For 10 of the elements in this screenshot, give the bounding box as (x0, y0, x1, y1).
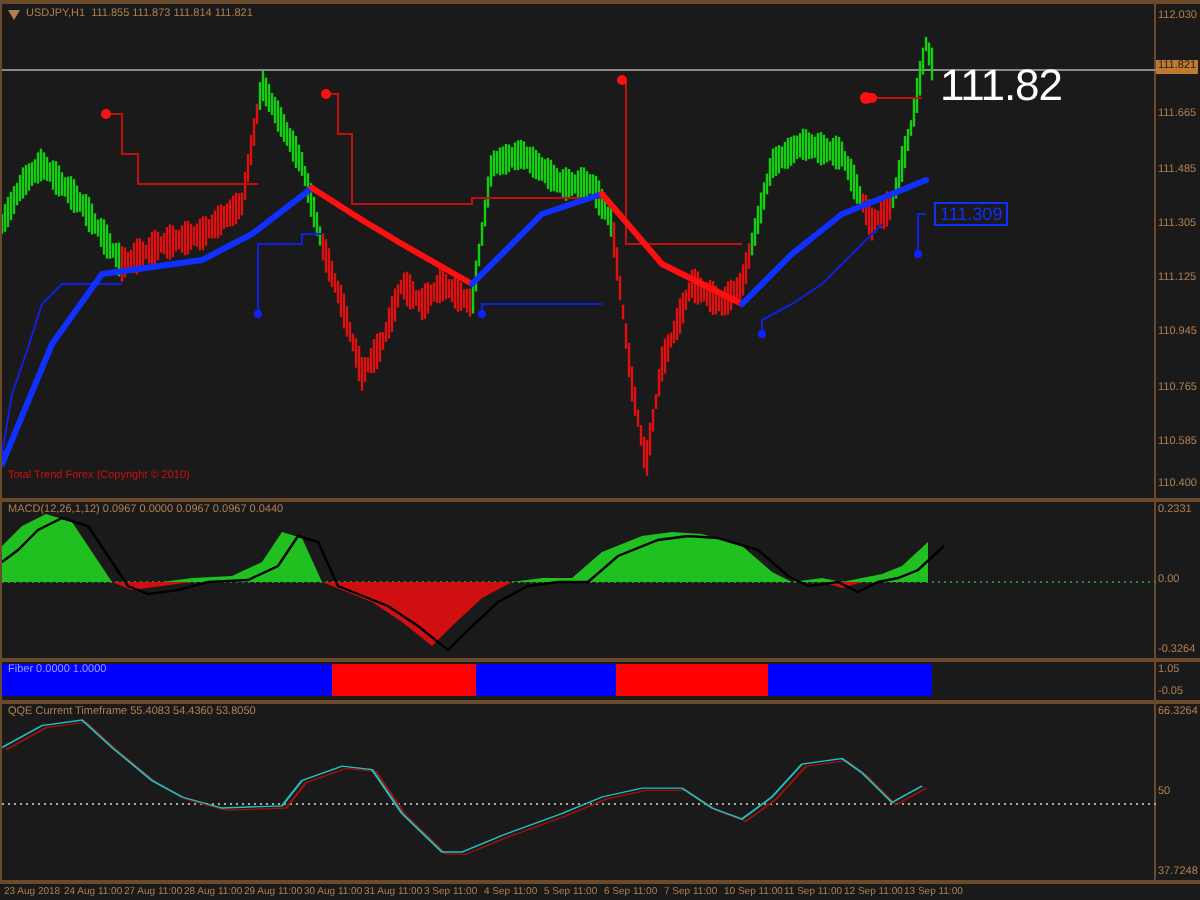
support-step-line (478, 303, 603, 318)
support-step-line (758, 223, 883, 338)
support-step-line (914, 213, 927, 258)
signal-dot (860, 92, 872, 104)
support-step-line (254, 233, 323, 318)
dropdown-triangle-icon[interactable] (8, 9, 20, 19)
level-label: 111.309 (934, 202, 1009, 226)
moving-average-segment (469, 191, 605, 287)
fiber-block (476, 664, 616, 696)
price-callout-text: 111.82 (940, 60, 1063, 112)
